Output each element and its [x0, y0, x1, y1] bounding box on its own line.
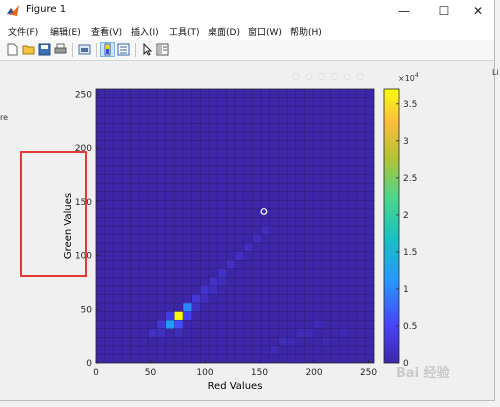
colorbar-tick-label: 1.5 [403, 248, 417, 258]
background-text-fragment-left: re [0, 113, 9, 122]
x-tick-label: 100 [196, 368, 213, 378]
heatmap-cell [157, 328, 166, 338]
heatmap-cell [209, 285, 219, 295]
heatmap-cell [174, 320, 184, 329]
figure-window: Figure 1 — ☐ ✕ 文件(F) 编辑(E) 查看(V) 插入(I) 工… [0, 0, 495, 401]
heatmap-cell [174, 311, 184, 321]
x-tick-label: 200 [305, 368, 322, 378]
heatmap-cell [200, 285, 210, 295]
heatmap-cell [191, 302, 201, 312]
heatmap-cell [235, 251, 245, 260]
heatmap-cell [226, 259, 236, 269]
x-axis-label: Red Values [208, 381, 263, 392]
heatmap-cell [148, 328, 158, 338]
heatmap-cell [244, 242, 253, 252]
colorbar[interactable] [383, 88, 400, 364]
heatmap-cell [209, 277, 219, 286]
heatmap-cell [340, 328, 349, 338]
colorbar-tick-label: 3 [403, 137, 409, 147]
heatmap-cell [279, 337, 288, 346]
heatmap-cell [287, 337, 297, 346]
colorbar-exponent: ×104 [398, 72, 419, 83]
heatmap-cell [252, 234, 262, 243]
x-tick-label: 150 [251, 368, 268, 378]
colorbar-tick-label: 3.5 [403, 100, 417, 110]
colorbar-tick-label: 1 [403, 285, 409, 295]
x-tick-label: 250 [360, 368, 377, 378]
heatmap-cell [218, 277, 227, 286]
heatmap-cell [218, 268, 227, 278]
heatmap-cell [305, 328, 315, 338]
heatmap-cell [183, 302, 192, 312]
y-tick-label: 50 [81, 305, 93, 315]
x-tick-label: 0 [93, 368, 99, 378]
heatmap-cell [322, 337, 332, 346]
heatmap-cell [174, 328, 184, 338]
colorbar-tick-label: 2 [403, 211, 409, 221]
heatmap-cell [157, 320, 166, 329]
heatmap-cell [165, 320, 175, 329]
watermark: Bai 经验 [396, 366, 450, 381]
heatmap-cell [314, 320, 323, 329]
heatmap-cell [261, 225, 271, 235]
x-tick-label: 50 [145, 368, 157, 378]
background-text-fragment-right: Li [492, 68, 499, 77]
y-tick-label: 250 [75, 90, 92, 100]
colorbar-tick-label: 0.5 [403, 322, 417, 332]
heatmap-cell [165, 311, 175, 321]
heatmap-cell [270, 345, 280, 355]
heatmap-cell [183, 311, 192, 321]
heatmap-cell [191, 294, 201, 303]
y-tick-label: 0 [86, 359, 92, 369]
annotation-highlight-box [20, 151, 87, 277]
heatmap-cell [200, 294, 210, 303]
heatmap-cell [296, 328, 306, 338]
colorbar-tick-label: 2.5 [403, 174, 417, 184]
